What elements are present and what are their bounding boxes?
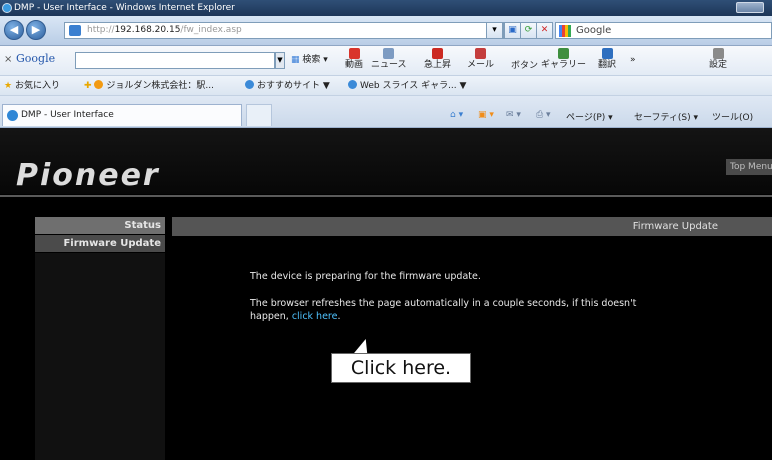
search-input[interactable]: Google bbox=[555, 22, 772, 39]
toolbar-translate-button[interactable]: 翻訳 bbox=[598, 48, 616, 74]
ie-page-icon bbox=[7, 110, 18, 121]
pioneer-logo: Pioneer bbox=[16, 158, 160, 193]
toolbar-mail-button[interactable]: メール bbox=[467, 48, 494, 74]
toolbar-trending-button[interactable]: 急上昇 bbox=[424, 48, 451, 74]
toolbar-settings-button[interactable]: 設定 bbox=[709, 48, 727, 74]
sidebar-item-firmware-update[interactable]: Firmware Update bbox=[35, 235, 165, 253]
header-divider bbox=[0, 195, 772, 197]
google-search-input[interactable] bbox=[75, 52, 275, 69]
google-label: Google bbox=[16, 52, 56, 65]
toolbar-news-button[interactable]: ニュース bbox=[371, 48, 407, 74]
print-icon[interactable]: ⎙ ▾ bbox=[536, 110, 551, 120]
stop-icon[interactable]: ✕ bbox=[536, 22, 553, 39]
favorite-web-slice[interactable]: Web スライス ギャラ... ▼ bbox=[348, 76, 466, 96]
toolbar-video-button[interactable]: 動画 bbox=[345, 48, 363, 74]
tools-menu[interactable]: ツール(O) bbox=[712, 110, 753, 123]
url-input[interactable]: http://192.168.20.15/fw_index.asp bbox=[64, 22, 504, 39]
web-page: Pioneer Top Menu Status Firmware Update … bbox=[0, 128, 772, 460]
favorite-suggested-sites[interactable]: おすすめサイト ▼ bbox=[245, 76, 330, 96]
star-icon: ★ bbox=[4, 81, 13, 91]
address-dropdown-icon[interactable]: ▾ bbox=[486, 22, 503, 39]
favorites-bar: ★ お気に入り ✚ ジョルダン株式会社：駅... おすすめサイト ▼ Web ス… bbox=[0, 76, 772, 96]
panel-title: Firmware Update bbox=[172, 217, 772, 236]
google-icon bbox=[559, 25, 571, 37]
forward-arrow-icon[interactable]: ▶ bbox=[26, 20, 46, 40]
window-title: DMP - User Interface - Windows Internet … bbox=[14, 3, 235, 13]
minimize-button[interactable] bbox=[736, 2, 764, 13]
mail-icon[interactable]: ✉ ▾ bbox=[506, 110, 521, 120]
chevron-down-icon[interactable]: ▼ bbox=[275, 52, 285, 69]
favorites-button[interactable]: ★ お気に入り bbox=[4, 76, 60, 96]
favorite-site-jorudan[interactable]: ✚ ジョルダン株式会社：駅... bbox=[84, 76, 214, 96]
tab-bar: DMP - User Interface ⌂ ▾ ▣ ▾ ✉ ▾ ⎙ ▾ ページ… bbox=[0, 96, 772, 128]
compatibility-view-icon[interactable]: ▣ bbox=[504, 22, 521, 39]
sidebar-item-status[interactable]: Status bbox=[35, 217, 165, 235]
refresh-message: The browser refreshes the page automatic… bbox=[250, 298, 637, 322]
close-toolbar-icon[interactable]: × bbox=[4, 54, 12, 65]
click-here-link[interactable]: click here bbox=[292, 311, 338, 322]
feeds-icon[interactable]: ▣ ▾ bbox=[478, 110, 494, 120]
preparing-message: The device is preparing for the firmware… bbox=[250, 271, 481, 282]
window-titlebar: DMP - User Interface - Windows Internet … bbox=[0, 0, 772, 16]
address-bar-row: ◀ ▶ http://192.168.20.15/fw_index.asp ▾ … bbox=[0, 16, 772, 46]
page-menu[interactable]: ページ(P) ▾ bbox=[566, 110, 613, 123]
refresh-icon[interactable]: ⟳ bbox=[520, 22, 537, 39]
callout-pointer bbox=[353, 339, 373, 354]
add-favorite-icon: ✚ bbox=[84, 81, 92, 91]
web-slice-icon bbox=[348, 80, 357, 89]
site-icon bbox=[94, 80, 104, 89]
page-icon bbox=[69, 25, 81, 36]
callout-label: Click here. bbox=[331, 353, 471, 383]
safety-menu[interactable]: セーフティ(S) ▾ bbox=[634, 110, 698, 123]
home-icon[interactable]: ⌂ ▾ bbox=[450, 110, 463, 120]
header-area: Pioneer Top Menu bbox=[0, 128, 772, 194]
internet-explorer-icon bbox=[2, 3, 12, 13]
suggested-sites-icon bbox=[245, 80, 254, 89]
back-arrow-icon[interactable]: ◀ bbox=[4, 20, 24, 40]
tab-dmp-user-interface[interactable]: DMP - User Interface bbox=[2, 104, 242, 126]
google-toolbar: × Google ▼ ▦ 検索 ▾ 動画 ニュース 急上昇 メール ボタン ギャ… bbox=[0, 46, 772, 76]
toolbar-gallery-button[interactable]: ギャラリー bbox=[541, 48, 586, 74]
sidebar: Status Firmware Update bbox=[35, 217, 165, 460]
new-tab-button[interactable] bbox=[246, 104, 272, 126]
top-menu-button[interactable]: Top Menu bbox=[726, 159, 772, 175]
